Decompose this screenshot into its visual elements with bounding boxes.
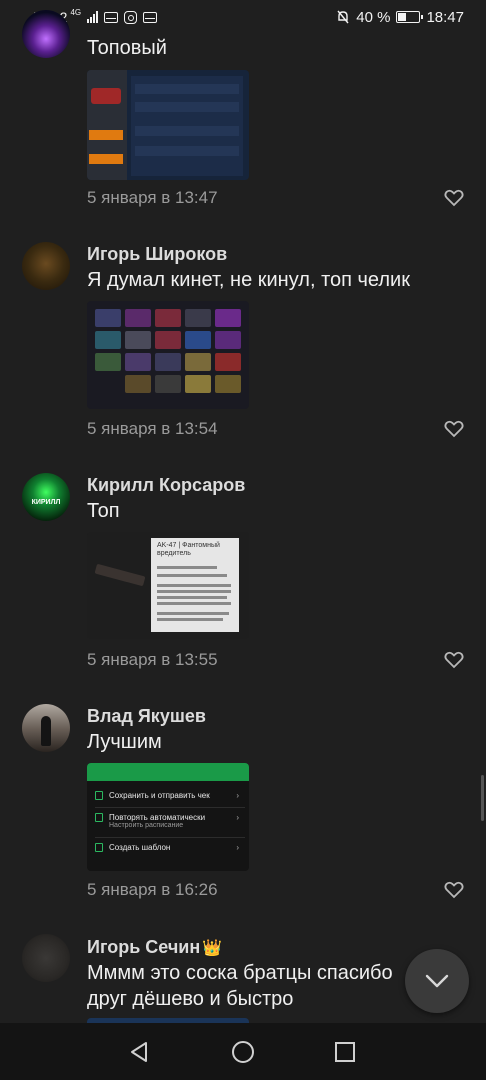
weapon-thumbnail [91,88,121,104]
app-header [87,763,249,781]
item-title: AK-47 | Фантомный вредитель [157,542,220,557]
menu-item: Создать шаблон › [95,843,245,853]
comment-date: 5 января в 13:55 [87,650,218,669]
avatar[interactable]: КИРИЛЛ [22,473,70,521]
avatar[interactable] [22,242,70,290]
image-panel [131,76,243,176]
avatar[interactable] [22,10,70,58]
avatar-logo-text: КИРИЛЛ [31,499,61,506]
avatar[interactable] [22,704,70,752]
image-button [89,154,123,164]
comment-author[interactable]: Влад Якушев [87,706,206,727]
comment-date: 5 января в 13:54 [87,419,218,438]
comments-list[interactable]: Топовый 5 января в 13:47 Игорь Широков Я… [0,0,486,1023]
triangle-back-icon [131,1042,147,1062]
circle-home-icon [232,1041,254,1063]
comment-image[interactable]: AK-47 | Фантомный вредитель [87,532,249,639]
crown-emoji: 👑 [202,940,223,957]
comment-text-line: друг дёшево и быстро [87,988,294,1010]
comment-text-line: Мммм это соска братцы спасибо [87,962,393,984]
heart-outline-icon[interactable] [444,651,464,669]
heart-outline-icon[interactable] [444,420,464,438]
avatar[interactable] [22,934,70,982]
comment-text: Топ [87,500,120,522]
heart-outline-icon[interactable] [444,881,464,899]
comment-text: Я думал кинет, не кинул, топ челик [87,269,410,291]
comment-text: Топовый [87,37,167,59]
comment-date: 5 января в 16:26 [87,880,218,899]
scrollbar[interactable] [481,775,484,821]
comment-author[interactable]: Игорь Широков [87,244,227,265]
heart-outline-icon[interactable] [444,189,464,207]
item-card: AK-47 | Фантомный вредитель [151,538,239,632]
menu-item: Сохранить и отправить чек › [95,791,245,801]
comment-image[interactable]: Сохранить и отправить чек › Повторять авт… [87,763,249,871]
comment-author[interactable]: Кирилл Корсаров [87,475,245,496]
comment-image[interactable] [87,301,249,409]
navigation-bar [0,1023,486,1080]
comment-text: Лучшим [87,731,162,753]
image-button [89,130,123,140]
comment-image[interactable] [87,70,249,180]
weapon-thumbnail [94,563,146,587]
back-button[interactable] [124,1037,154,1067]
square-recents-icon [335,1042,355,1062]
comment-date: 5 января в 13:47 [87,188,218,207]
scroll-down-button[interactable] [405,949,469,1013]
chevron-down-icon [425,974,449,988]
home-button[interactable] [228,1037,258,1067]
comment-author[interactable]: Игорь Сечин 👑 [87,937,222,958]
menu-item: Повторять автоматически › Настроить распис… [95,813,245,829]
recents-button[interactable] [330,1037,360,1067]
person-silhouette [41,716,51,746]
